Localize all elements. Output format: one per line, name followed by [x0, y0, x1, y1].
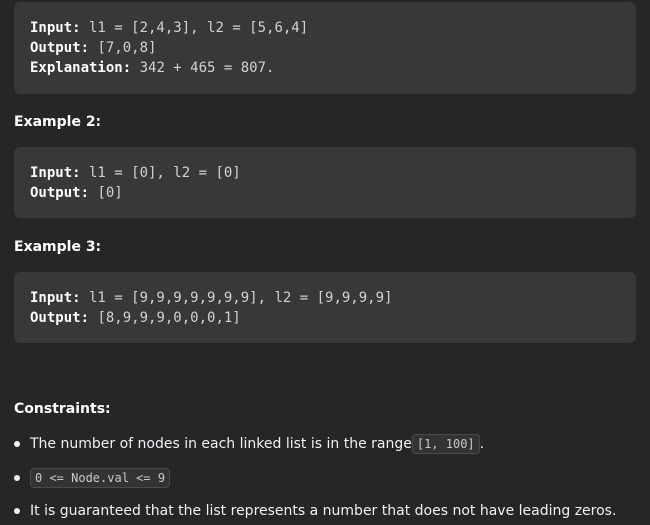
input-label: Input:	[30, 20, 81, 36]
input-label: Input:	[30, 290, 81, 306]
output-value: [7,0,8]	[89, 40, 157, 56]
example-2-heading: Example 2:	[14, 114, 102, 130]
output-value: [0]	[89, 185, 123, 201]
input-value: l1 = [0], l2 = [0]	[80, 165, 241, 181]
constraint-item-node-value: 0 <= Node.val <= 9	[14, 468, 171, 488]
example-2-output-line: Output: [0]	[30, 183, 636, 203]
input-label: Input:	[30, 165, 81, 181]
node-val-code: 0 <= Node.val <= 9	[30, 468, 171, 488]
example-2-code-block: Input: l1 = [0], l2 = [0] Output: [0]	[14, 147, 636, 218]
constraint-item-node-count: The number of nodes in each linked list …	[14, 434, 484, 454]
constraint-suffix: .	[479, 436, 485, 452]
bullet-icon	[14, 475, 20, 481]
example-1-code-block: Input: l1 = [2,4,3], l2 = [5,6,4] Output…	[14, 2, 636, 94]
constraint-text: It is guaranteed that the list represent…	[30, 503, 617, 519]
output-label: Output:	[30, 185, 90, 201]
explanation-label: Explanation:	[30, 60, 132, 76]
range-code: [1, 100]	[411, 434, 480, 454]
output-label: Output:	[30, 310, 90, 326]
input-value: l1 = [9,9,9,9,9,9,9], l2 = [9,9,9,9]	[80, 290, 393, 306]
explanation-value: 342 + 465 = 807.	[131, 60, 275, 76]
example-3-input-line: Input: l1 = [9,9,9,9,9,9,9], l2 = [9,9,9…	[30, 288, 636, 308]
input-value: l1 = [2,4,3], l2 = [5,6,4]	[80, 20, 309, 36]
example-1-input-line: Input: l1 = [2,4,3], l2 = [5,6,4]	[30, 18, 636, 38]
constraint-item-leading-zeros: It is guaranteed that the list represent…	[14, 501, 616, 521]
output-value: [8,9,9,9,0,0,0,1]	[89, 310, 241, 326]
constraints-heading: Constraints:	[14, 401, 111, 417]
example-1-explanation-line: Explanation: 342 + 465 = 807.	[30, 58, 636, 78]
output-label: Output:	[30, 40, 90, 56]
example-1-output-line: Output: [7,0,8]	[30, 38, 636, 58]
example-2-input-line: Input: l1 = [0], l2 = [0]	[30, 163, 636, 183]
constraint-text: The number of nodes in each linked list …	[30, 436, 412, 452]
bullet-icon	[14, 508, 20, 514]
example-3-output-line: Output: [8,9,9,9,0,0,0,1]	[30, 308, 636, 328]
bullet-icon	[14, 441, 20, 447]
example-3-code-block: Input: l1 = [9,9,9,9,9,9,9], l2 = [9,9,9…	[14, 272, 636, 343]
example-3-heading: Example 3:	[14, 239, 102, 255]
